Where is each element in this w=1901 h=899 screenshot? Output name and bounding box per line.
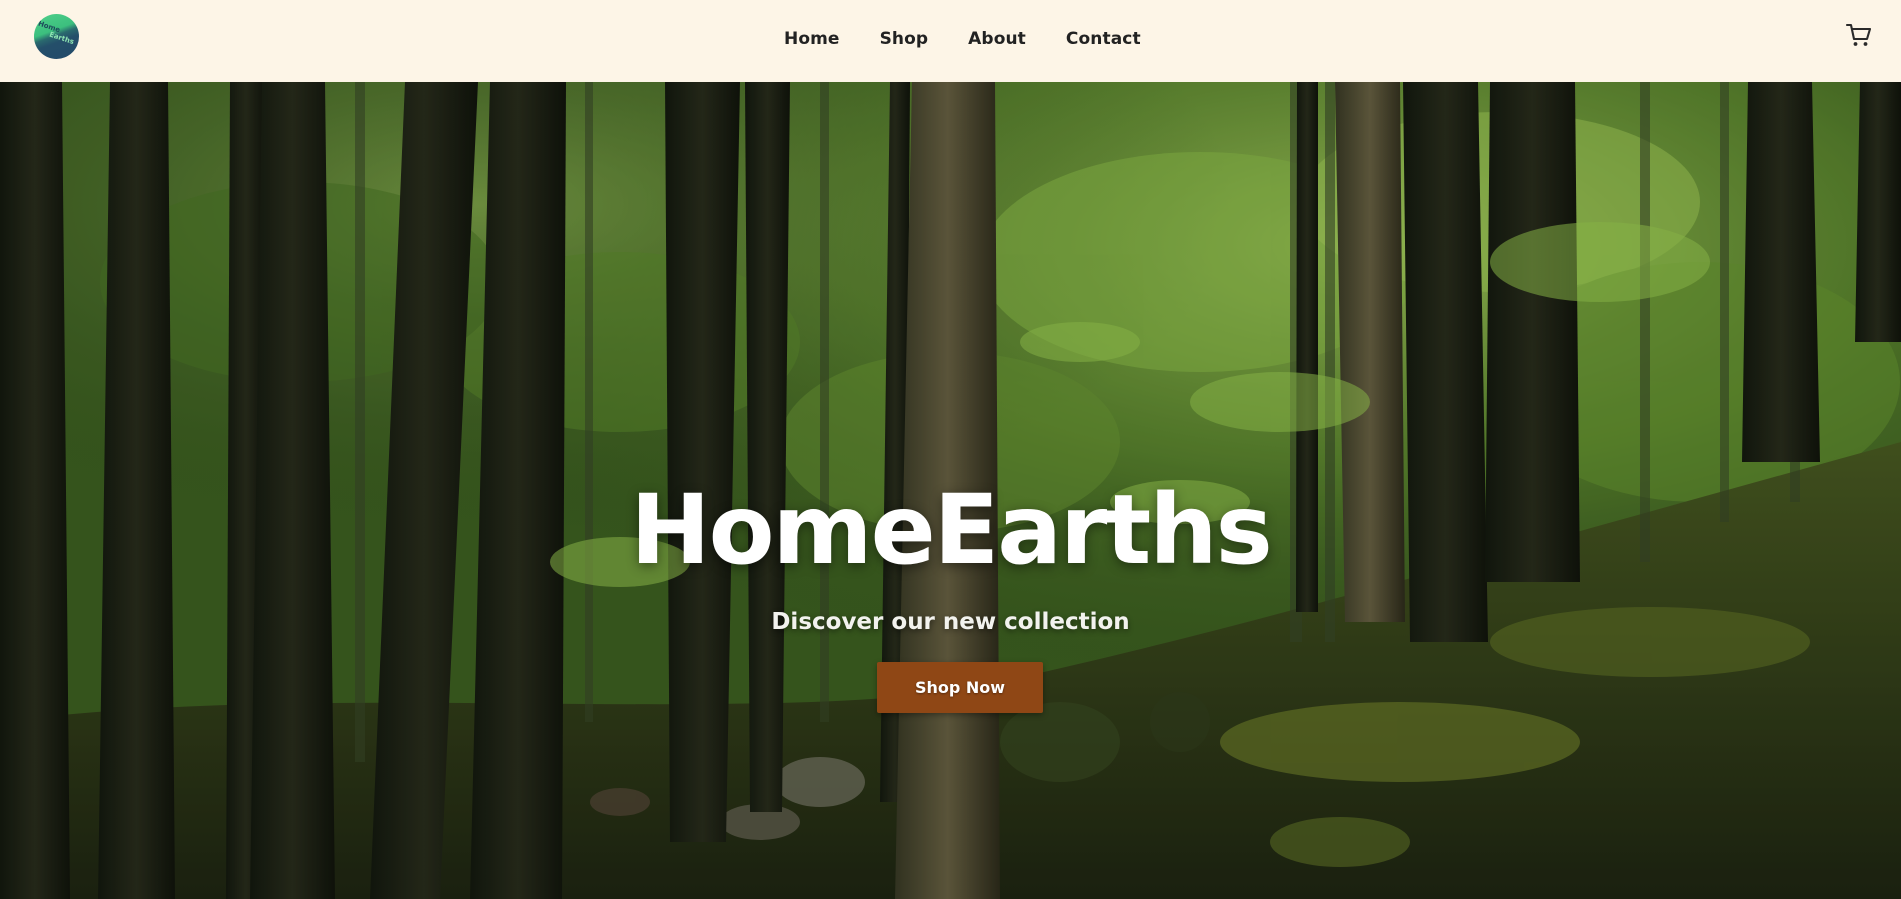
main-nav: Home Shop About Contact bbox=[784, 26, 1141, 52]
hero-subtitle: Discover our new collection bbox=[771, 609, 1130, 635]
nav-about-link[interactable]: About bbox=[968, 29, 1026, 49]
brand-logo[interactable]: Home Earths bbox=[34, 14, 79, 59]
shopping-cart-icon[interactable] bbox=[1845, 22, 1873, 48]
nav-shop-link[interactable]: Shop bbox=[880, 29, 929, 49]
nav-home-link[interactable]: Home bbox=[784, 29, 840, 49]
hero-section: HomeEarths Discover our new collection S… bbox=[0, 82, 1901, 899]
nav-contact-link[interactable]: Contact bbox=[1066, 29, 1141, 49]
logo-wordmark: Home Earths bbox=[35, 20, 79, 48]
shop-now-button[interactable]: Shop Now bbox=[877, 662, 1043, 713]
hero-title: HomeEarths bbox=[630, 474, 1273, 586]
site-header: Home Earths Home Shop About Contact bbox=[0, 0, 1901, 82]
